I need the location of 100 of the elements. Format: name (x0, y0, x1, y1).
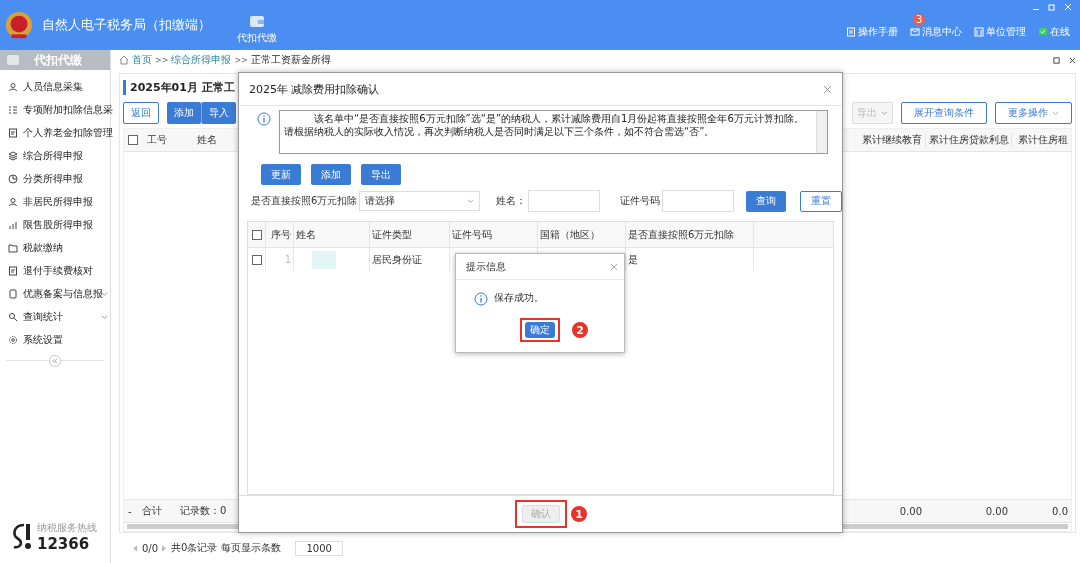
dialog-title: 2025年 减除费用扣除确认 (249, 81, 380, 97)
maximize-icon[interactable] (1053, 56, 1060, 64)
record-count: 共0条记录 (171, 541, 218, 555)
wallet-icon (249, 13, 265, 28)
sidebar-item[interactable]: 综合所得申报 (0, 145, 110, 168)
breadcrumb-item[interactable]: 综合所得申报 (171, 53, 232, 67)
list-icon (8, 105, 18, 116)
column-header: 证件类型 (370, 222, 450, 247)
hotline-number: 12366 (37, 535, 91, 553)
doc-icon (8, 266, 18, 277)
sidebar-item[interactable]: 退付手续费核对 (0, 260, 110, 283)
sidebar-item[interactable]: 非居民所得申报 (0, 191, 110, 214)
breadcrumb-item[interactable]: 首页 (132, 53, 152, 67)
gear-icon (8, 335, 18, 346)
step-marker: 2 (572, 322, 588, 338)
double-chevron-icon (52, 357, 58, 364)
table-cell-text: - (127, 505, 133, 517)
clock-icon (8, 174, 18, 185)
doc-icon (8, 128, 18, 139)
breadcrumb-separator: >> (155, 55, 169, 65)
badge: 3 (913, 14, 926, 25)
sidebar-item[interactable]: 限售股所得申报 (0, 214, 110, 237)
table-cell-text: 记录数：0 (179, 504, 228, 518)
dialog-button[interactable]: 更新 (261, 164, 301, 185)
bars-icon (8, 220, 18, 231)
filter-button[interactable]: 查询 (746, 190, 786, 212)
info-icon (257, 112, 271, 126)
checkbox[interactable] (128, 135, 138, 145)
mail-icon (910, 27, 920, 37)
column-header: 姓名 (294, 222, 370, 247)
select-field[interactable]: 请选择 (359, 191, 480, 211)
sidebar-item[interactable]: 系统设置 (0, 329, 110, 352)
dialog-button[interactable]: 导出 (361, 164, 401, 185)
chevron-icon (101, 315, 108, 320)
column-header: 工号 (146, 133, 168, 147)
toolbar-button[interactable]: 导入 (201, 102, 236, 124)
page-icon (8, 289, 18, 300)
check-icon (1038, 27, 1048, 37)
checkbox[interactable] (251, 254, 262, 265)
toolbar-button[interactable]: 返回 (123, 102, 159, 124)
search-icon (8, 312, 18, 323)
folder-icon (6, 54, 20, 66)
column-header: 国籍（地区） (538, 222, 626, 247)
previous-icon[interactable] (133, 544, 138, 552)
close-icon[interactable] (1069, 56, 1076, 64)
collapse-button[interactable] (49, 354, 61, 367)
header-link[interactable]: 单位管理 (974, 14, 1026, 39)
header-link[interactable]: 3 消息中心 (910, 14, 962, 39)
message-text: 保存成功。 (494, 291, 544, 305)
column-header: 累计住房租 (1011, 133, 1071, 147)
filter-button[interactable]: 重置 (800, 190, 842, 212)
table-cell-text: 0.0 (1051, 505, 1069, 517)
header-link[interactable]: 操作手册 (846, 14, 898, 39)
layers-icon (8, 151, 18, 162)
header-link[interactable]: 在线 (1038, 14, 1070, 39)
column-header: 是否直接按照6万元扣除 (626, 222, 754, 247)
person-icon (8, 82, 18, 93)
sidebar-item[interactable]: 税款缴纳 (0, 237, 110, 260)
hotline-caption: 纳税服务热线 (37, 521, 97, 535)
sidebar-item[interactable]: 人员信息采集 (0, 76, 110, 99)
module-tab[interactable]: 代扣代缴 (237, 13, 277, 45)
sidebar-header: 代扣代缴 (0, 50, 110, 70)
table-cell: 1 (266, 248, 294, 271)
restore-icon[interactable] (1048, 3, 1056, 11)
toolbar-button[interactable]: 展开查询条件 (901, 102, 987, 124)
input-field[interactable] (528, 190, 600, 212)
sidebar-item[interactable]: 分类所得申报 (0, 168, 110, 191)
input-field[interactable] (662, 190, 734, 212)
notice-text: 该名单中“是否直接按照6万元扣除”选“是”的纳税人，累计减除费用自1月份起将直接按照全年6万元计算扣除。请根据纳税人的实际收入情况，再次判断纳税人是否同时满足以下三个条件，如不符合需选“否”。 (284, 112, 805, 138)
page-size-label: 每页显示条数 (221, 541, 282, 555)
toolbar-button[interactable]: 添加 (167, 102, 201, 124)
next-icon[interactable] (162, 544, 168, 552)
sidebar-item[interactable]: 查询统计 (0, 306, 110, 329)
column-header: 证件号码 (450, 222, 538, 247)
caret-icon (1052, 110, 1059, 116)
breadcrumb-separator: >> (234, 55, 248, 65)
dialog-button[interactable]: 添加 (311, 164, 351, 185)
folder-icon (8, 243, 18, 254)
ok-button[interactable]: 确定 (525, 322, 555, 338)
table-cell-text: 合计 (141, 504, 163, 518)
filter-label: 姓名： (496, 194, 526, 208)
step-marker: 1 (571, 506, 587, 522)
scrollbar[interactable] (816, 111, 827, 153)
page-size-field[interactable]: 1000 (295, 540, 343, 556)
app-title: 自然人电子税务局（扣缴端） (42, 16, 211, 34)
toolbar-button[interactable]: 更多操作 (995, 102, 1072, 124)
table-cell: 居民身份证 (370, 248, 450, 271)
caret-icon (467, 198, 474, 204)
checkbox[interactable] (251, 229, 262, 240)
sidebar-item[interactable]: 优惠备案与信息报 (0, 283, 110, 306)
redacted-name (312, 250, 336, 269)
breadcrumb-item[interactable]: 正常工资薪金所得 (250, 53, 331, 67)
table-cell-text: 0.00 (984, 505, 1009, 517)
person-icon (8, 197, 18, 208)
column-header: 累计住房贷款利息 (925, 133, 1011, 147)
filter-label: 证件号码 (620, 194, 660, 208)
column-header: 序号 (266, 222, 294, 247)
home-icon (119, 55, 129, 65)
caret-icon (881, 110, 888, 116)
table-cell: 是 (626, 248, 754, 271)
